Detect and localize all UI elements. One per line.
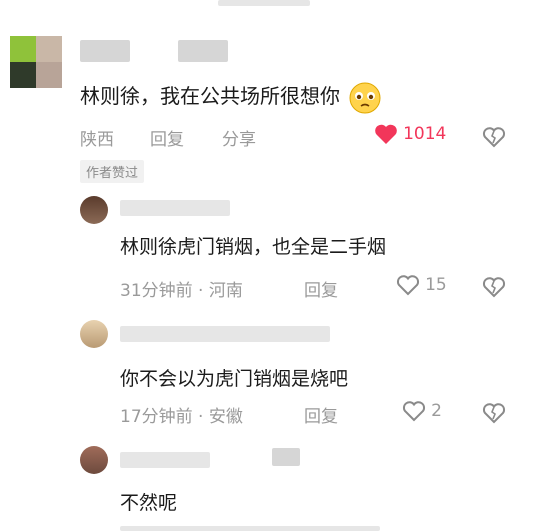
reply-text: 不然呢 [120,492,178,514]
like-count: 2 [431,401,442,421]
worried-face-emoji [349,82,381,113]
share-button[interactable]: 分享 [222,125,256,150]
like-button[interactable]: 2 [402,400,442,422]
broken-heart-icon[interactable] [482,126,506,148]
reply-time-location: 31分钟前 · 河南 [120,281,243,301]
header-fragment [218,0,310,6]
heart-outline-icon [402,401,426,422]
like-count: 15 [425,275,447,295]
username-blurred[interactable] [120,200,230,216]
avatar[interactable] [80,446,108,474]
username-blurred[interactable] [178,40,228,62]
reply-time-location: 17分钟前 · 安徽 [120,407,243,427]
location-text: 陕西 [80,130,114,150]
author-liked-badge: 作者赞过 [80,160,145,183]
reply-button[interactable]: 回复 [304,276,338,301]
reply-text: 你不会以为虎门销烟是烧吧 [120,368,349,390]
comment-text: 林则徐，我在公共场所很想你 [80,80,382,115]
username-blurred[interactable] [80,40,130,62]
reply-button[interactable]: 回复 [150,125,184,150]
broken-heart-icon[interactable] [482,402,506,424]
heart-outline-icon [396,275,420,296]
like-count: 1014 [403,124,447,144]
username-blurred[interactable] [272,448,300,466]
username-blurred[interactable] [120,452,210,468]
cutoff-meta [120,526,380,531]
like-button[interactable]: 1014 [374,123,446,145]
avatar[interactable] [80,320,108,348]
avatar[interactable] [80,196,108,224]
reply-text: 林则徐虎门销烟，也全是二手烟 [120,236,387,258]
reply-button[interactable]: 回复 [304,402,338,427]
username-blurred[interactable] [120,326,330,342]
like-button[interactable]: 15 [396,274,447,296]
avatar[interactable] [10,36,62,88]
heart-filled-icon [375,124,397,144]
broken-heart-icon[interactable] [482,276,506,298]
